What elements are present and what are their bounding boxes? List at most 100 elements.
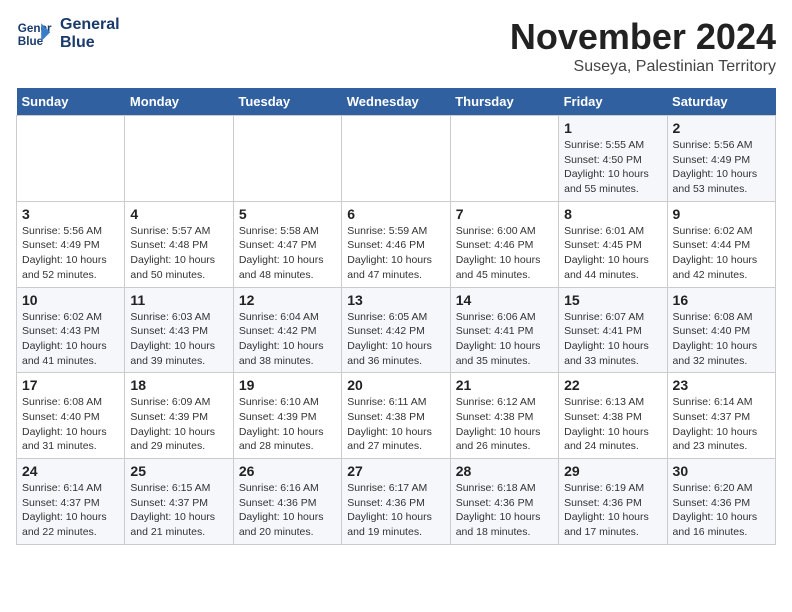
day-info: Sunrise: 6:14 AMSunset: 4:37 PMDaylight:…	[22, 481, 119, 540]
day-info: Sunrise: 6:16 AMSunset: 4:36 PMDaylight:…	[239, 481, 336, 540]
day-cell: 24 Sunrise: 6:14 AMSunset: 4:37 PMDayligh…	[17, 459, 125, 545]
day-cell: 27Sunrise: 6:17 AMSunset: 4:36 PMDayligh…	[342, 459, 450, 545]
day-cell: 20Sunrise: 6:11 AMSunset: 4:38 PMDayligh…	[342, 373, 450, 459]
day-cell: 29 Sunrise: 6:19 AMSunset: 4:36 PMDayligh…	[559, 459, 667, 545]
day-cell: 11 Sunrise: 6:03 AMSunset: 4:43 PMDayligh…	[125, 287, 233, 373]
day-number: 12	[239, 292, 336, 308]
day-cell: 13 Sunrise: 6:05 AMSunset: 4:42 PMDayligh…	[342, 287, 450, 373]
day-info: Sunrise: 6:06 AMSunset: 4:41 PMDaylight:…	[456, 310, 553, 369]
day-cell: 22Sunrise: 6:13 AMSunset: 4:38 PMDayligh…	[559, 373, 667, 459]
day-cell: 18 Sunrise: 6:09 AMSunset: 4:39 PMDayligh…	[125, 373, 233, 459]
day-info: Sunrise: 6:01 AMSunset: 4:45 PMDaylight:…	[564, 224, 661, 283]
day-number: 28	[456, 463, 553, 479]
week-row-2: 10Sunrise: 6:02 AMSunset: 4:43 PMDayligh…	[17, 287, 776, 373]
day-number: 2	[673, 120, 770, 136]
day-info: Sunrise: 6:15 AMSunset: 4:37 PMDaylight:…	[130, 481, 227, 540]
column-header-wednesday: Wednesday	[342, 88, 450, 116]
column-header-tuesday: Tuesday	[233, 88, 341, 116]
day-cell: 16 Sunrise: 6:08 AMSunset: 4:40 PMDayligh…	[667, 287, 775, 373]
day-info: Sunrise: 6:09 AMSunset: 4:39 PMDaylight:…	[130, 395, 227, 454]
day-cell: 15Sunrise: 6:07 AMSunset: 4:41 PMDayligh…	[559, 287, 667, 373]
day-info: Sunrise: 6:18 AMSunset: 4:36 PMDaylight:…	[456, 481, 553, 540]
day-cell: 10Sunrise: 6:02 AMSunset: 4:43 PMDayligh…	[17, 287, 125, 373]
day-cell: 1Sunrise: 5:55 AMSunset: 4:50 PMDaylight…	[559, 116, 667, 202]
day-info: Sunrise: 6:12 AMSunset: 4:38 PMDaylight:…	[456, 395, 553, 454]
month-title: November 2024	[510, 16, 776, 58]
logo: General Blue General Blue	[16, 16, 120, 53]
day-number: 11	[130, 292, 227, 308]
week-row-4: 24 Sunrise: 6:14 AMSunset: 4:37 PMDayligh…	[17, 459, 776, 545]
day-cell: 26 Sunrise: 6:16 AMSunset: 4:36 PMDayligh…	[233, 459, 341, 545]
title-block: November 2024 Suseya, Palestinian Territ…	[510, 16, 776, 76]
day-info: Sunrise: 6:20 AMSunset: 4:36 PMDaylight:…	[673, 481, 770, 540]
week-row-1: 3 Sunrise: 5:56 AMSunset: 4:49 PMDaylight…	[17, 201, 776, 287]
day-number: 24	[22, 463, 119, 479]
day-cell: 19 Sunrise: 6:10 AMSunset: 4:39 PMDayligh…	[233, 373, 341, 459]
column-header-monday: Monday	[125, 88, 233, 116]
week-row-0: 1Sunrise: 5:55 AMSunset: 4:50 PMDaylight…	[17, 116, 776, 202]
day-info: Sunrise: 6:10 AMSunset: 4:39 PMDaylight:…	[239, 395, 336, 454]
day-info: Sunrise: 6:08 AMSunset: 4:40 PMDaylight:…	[22, 395, 119, 454]
day-number: 16	[673, 292, 770, 308]
day-cell: 4 Sunrise: 5:57 AMSunset: 4:48 PMDaylight…	[125, 201, 233, 287]
day-cell: 2Sunrise: 5:56 AMSunset: 4:49 PMDaylight…	[667, 116, 775, 202]
day-number: 29	[564, 463, 661, 479]
day-cell: 17Sunrise: 6:08 AMSunset: 4:40 PMDayligh…	[17, 373, 125, 459]
column-header-saturday: Saturday	[667, 88, 775, 116]
week-row-3: 17Sunrise: 6:08 AMSunset: 4:40 PMDayligh…	[17, 373, 776, 459]
header-row: SundayMondayTuesdayWednesdayThursdayFrid…	[17, 88, 776, 116]
day-info: Sunrise: 5:58 AMSunset: 4:47 PMDaylight:…	[239, 224, 336, 283]
day-cell	[450, 116, 558, 202]
day-number: 18	[130, 377, 227, 393]
header: General Blue General Blue November 2024 …	[16, 16, 776, 76]
svg-text:Blue: Blue	[18, 35, 44, 48]
day-info: Sunrise: 5:59 AMSunset: 4:46 PMDaylight:…	[347, 224, 444, 283]
day-cell: 12 Sunrise: 6:04 AMSunset: 4:42 PMDayligh…	[233, 287, 341, 373]
column-header-friday: Friday	[559, 88, 667, 116]
day-number: 19	[239, 377, 336, 393]
day-info: Sunrise: 6:03 AMSunset: 4:43 PMDaylight:…	[130, 310, 227, 369]
day-info: Sunrise: 5:57 AMSunset: 4:48 PMDaylight:…	[130, 224, 227, 283]
day-info: Sunrise: 6:05 AMSunset: 4:42 PMDaylight:…	[347, 310, 444, 369]
location-subtitle: Suseya, Palestinian Territory	[510, 58, 776, 76]
day-number: 15	[564, 292, 661, 308]
day-info: Sunrise: 6:13 AMSunset: 4:38 PMDaylight:…	[564, 395, 661, 454]
day-cell	[125, 116, 233, 202]
day-info: Sunrise: 6:19 AMSunset: 4:36 PMDaylight:…	[564, 481, 661, 540]
day-cell: 6 Sunrise: 5:59 AMSunset: 4:46 PMDaylight…	[342, 201, 450, 287]
column-header-sunday: Sunday	[17, 88, 125, 116]
day-info: Sunrise: 6:02 AMSunset: 4:43 PMDaylight:…	[22, 310, 119, 369]
day-number: 21	[456, 377, 553, 393]
day-info: Sunrise: 6:08 AMSunset: 4:40 PMDaylight:…	[673, 310, 770, 369]
logo-line1: General	[60, 16, 120, 34]
day-info: Sunrise: 6:14 AMSunset: 4:37 PMDaylight:…	[673, 395, 770, 454]
logo-icon: General Blue	[16, 16, 52, 52]
day-cell: 8 Sunrise: 6:01 AMSunset: 4:45 PMDaylight…	[559, 201, 667, 287]
logo-line2: Blue	[60, 34, 120, 52]
day-cell: 5 Sunrise: 5:58 AMSunset: 4:47 PMDaylight…	[233, 201, 341, 287]
day-number: 6	[347, 206, 444, 222]
day-cell	[233, 116, 341, 202]
day-cell: 25Sunrise: 6:15 AMSunset: 4:37 PMDayligh…	[125, 459, 233, 545]
day-number: 23	[673, 377, 770, 393]
day-info: Sunrise: 6:00 AMSunset: 4:46 PMDaylight:…	[456, 224, 553, 283]
day-number: 14	[456, 292, 553, 308]
day-cell: 21 Sunrise: 6:12 AMSunset: 4:38 PMDayligh…	[450, 373, 558, 459]
day-cell: 7 Sunrise: 6:00 AMSunset: 4:46 PMDaylight…	[450, 201, 558, 287]
day-number: 8	[564, 206, 661, 222]
day-info: Sunrise: 5:56 AMSunset: 4:49 PMDaylight:…	[22, 224, 119, 283]
day-number: 13	[347, 292, 444, 308]
day-number: 9	[673, 206, 770, 222]
day-cell	[17, 116, 125, 202]
day-cell: 23 Sunrise: 6:14 AMSunset: 4:37 PMDayligh…	[667, 373, 775, 459]
day-cell: 14 Sunrise: 6:06 AMSunset: 4:41 PMDayligh…	[450, 287, 558, 373]
day-number: 4	[130, 206, 227, 222]
day-number: 1	[564, 120, 661, 136]
day-number: 20	[347, 377, 444, 393]
day-number: 3	[22, 206, 119, 222]
day-number: 26	[239, 463, 336, 479]
day-info: Sunrise: 6:04 AMSunset: 4:42 PMDaylight:…	[239, 310, 336, 369]
day-number: 7	[456, 206, 553, 222]
day-cell: 9Sunrise: 6:02 AMSunset: 4:44 PMDaylight…	[667, 201, 775, 287]
day-number: 5	[239, 206, 336, 222]
